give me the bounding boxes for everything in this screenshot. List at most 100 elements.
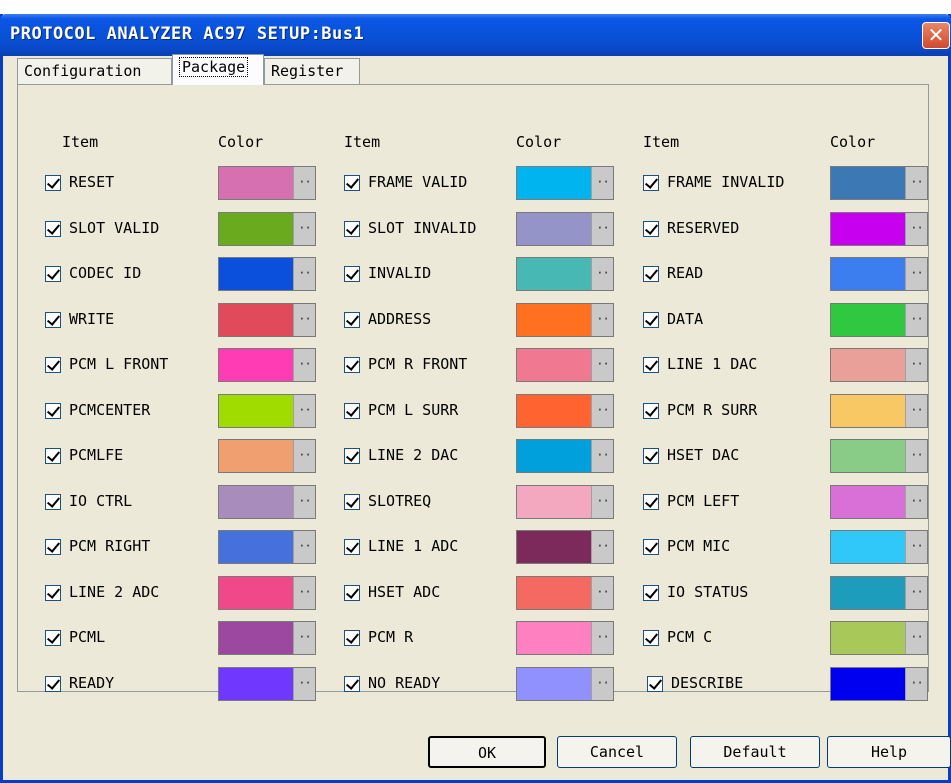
color-swatch[interactable] [517,304,591,336]
color-swatch[interactable] [219,304,293,336]
color-picker[interactable]: ·· [218,257,316,291]
color-swatch[interactable] [831,668,905,700]
item-checkbox[interactable] [643,539,659,555]
color-picker[interactable]: ·· [830,394,928,428]
color-swatch[interactable] [517,213,591,245]
color-picker[interactable]: ·· [830,485,928,519]
help-button[interactable]: Help [827,736,951,768]
color-browse-button[interactable]: ·· [591,486,613,518]
color-swatch[interactable] [831,304,905,336]
color-browse-button[interactable]: ·· [293,167,315,199]
color-picker[interactable]: ·· [516,348,614,382]
item-checkbox[interactable] [45,175,61,191]
color-browse-button[interactable]: ·· [591,395,613,427]
color-picker[interactable]: ·· [516,485,614,519]
color-picker[interactable]: ·· [830,303,928,337]
color-browse-button[interactable]: ·· [293,577,315,609]
item-checkbox[interactable] [45,676,61,692]
item-checkbox[interactable] [344,221,360,237]
item-checkbox[interactable] [45,403,61,419]
item-checkbox[interactable] [45,539,61,555]
color-swatch[interactable] [517,440,591,472]
color-picker[interactable]: ·· [516,257,614,291]
color-picker[interactable]: ·· [218,348,316,382]
color-swatch[interactable] [219,577,293,609]
color-swatch[interactable] [517,395,591,427]
color-browse-button[interactable]: ·· [905,531,927,563]
color-browse-button[interactable]: ·· [591,304,613,336]
item-checkbox[interactable] [643,585,659,601]
color-browse-button[interactable]: ·· [591,440,613,472]
color-picker[interactable]: ·· [830,667,928,701]
color-browse-button[interactable]: ·· [905,622,927,654]
color-picker[interactable]: ·· [218,166,316,200]
color-browse-button[interactable]: ·· [293,486,315,518]
color-picker[interactable]: ·· [516,530,614,564]
item-checkbox[interactable] [643,312,659,328]
color-browse-button[interactable]: ·· [591,622,613,654]
color-browse-button[interactable]: ·· [591,213,613,245]
item-checkbox[interactable] [643,630,659,646]
item-checkbox[interactable] [643,448,659,464]
item-checkbox[interactable] [647,676,663,692]
color-picker[interactable]: ·· [830,530,928,564]
item-checkbox[interactable] [45,585,61,601]
color-picker[interactable]: ·· [218,667,316,701]
color-browse-button[interactable]: ·· [905,258,927,290]
color-swatch[interactable] [219,213,293,245]
color-picker[interactable]: ·· [218,485,316,519]
item-checkbox[interactable] [45,266,61,282]
color-swatch[interactable] [517,486,591,518]
color-browse-button[interactable]: ·· [293,395,315,427]
color-swatch[interactable] [219,167,293,199]
color-swatch[interactable] [219,622,293,654]
color-browse-button[interactable]: ·· [905,395,927,427]
color-browse-button[interactable]: ·· [591,258,613,290]
color-swatch[interactable] [831,213,905,245]
color-browse-button[interactable]: ·· [591,668,613,700]
color-swatch[interactable] [517,349,591,381]
color-browse-button[interactable]: ·· [905,577,927,609]
color-browse-button[interactable]: ·· [293,531,315,563]
color-swatch[interactable] [219,531,293,563]
color-browse-button[interactable]: ·· [905,440,927,472]
item-checkbox[interactable] [344,539,360,555]
color-swatch[interactable] [517,577,591,609]
color-picker[interactable]: ·· [516,576,614,610]
color-browse-button[interactable]: ·· [591,577,613,609]
item-checkbox[interactable] [45,494,61,510]
color-swatch[interactable] [517,167,591,199]
color-swatch[interactable] [831,577,905,609]
color-browse-button[interactable]: ·· [293,258,315,290]
color-swatch[interactable] [831,440,905,472]
item-checkbox[interactable] [45,312,61,328]
default-button[interactable]: Default [690,736,820,768]
color-browse-button[interactable]: ·· [905,668,927,700]
color-picker[interactable]: ·· [516,303,614,337]
item-checkbox[interactable] [344,676,360,692]
item-checkbox[interactable] [643,357,659,373]
color-browse-button[interactable]: ·· [293,622,315,654]
color-swatch[interactable] [219,668,293,700]
color-browse-button[interactable]: ·· [293,213,315,245]
color-picker[interactable]: ·· [830,257,928,291]
color-swatch[interactable] [219,486,293,518]
item-checkbox[interactable] [344,312,360,328]
color-browse-button[interactable]: ·· [293,440,315,472]
item-checkbox[interactable] [643,266,659,282]
color-browse-button[interactable]: ·· [905,486,927,518]
color-browse-button[interactable]: ·· [905,167,927,199]
item-checkbox[interactable] [643,221,659,237]
tab-configuration[interactable]: Configuration [17,58,172,84]
color-swatch[interactable] [831,622,905,654]
item-checkbox[interactable] [344,585,360,601]
color-swatch[interactable] [219,395,293,427]
color-picker[interactable]: ·· [218,303,316,337]
item-checkbox[interactable] [344,494,360,510]
color-picker[interactable]: ·· [516,667,614,701]
color-browse-button[interactable]: ·· [293,304,315,336]
item-checkbox[interactable] [344,357,360,373]
color-picker[interactable]: ·· [218,394,316,428]
tab-package[interactable]: Package [172,54,264,85]
color-browse-button[interactable]: ·· [905,213,927,245]
